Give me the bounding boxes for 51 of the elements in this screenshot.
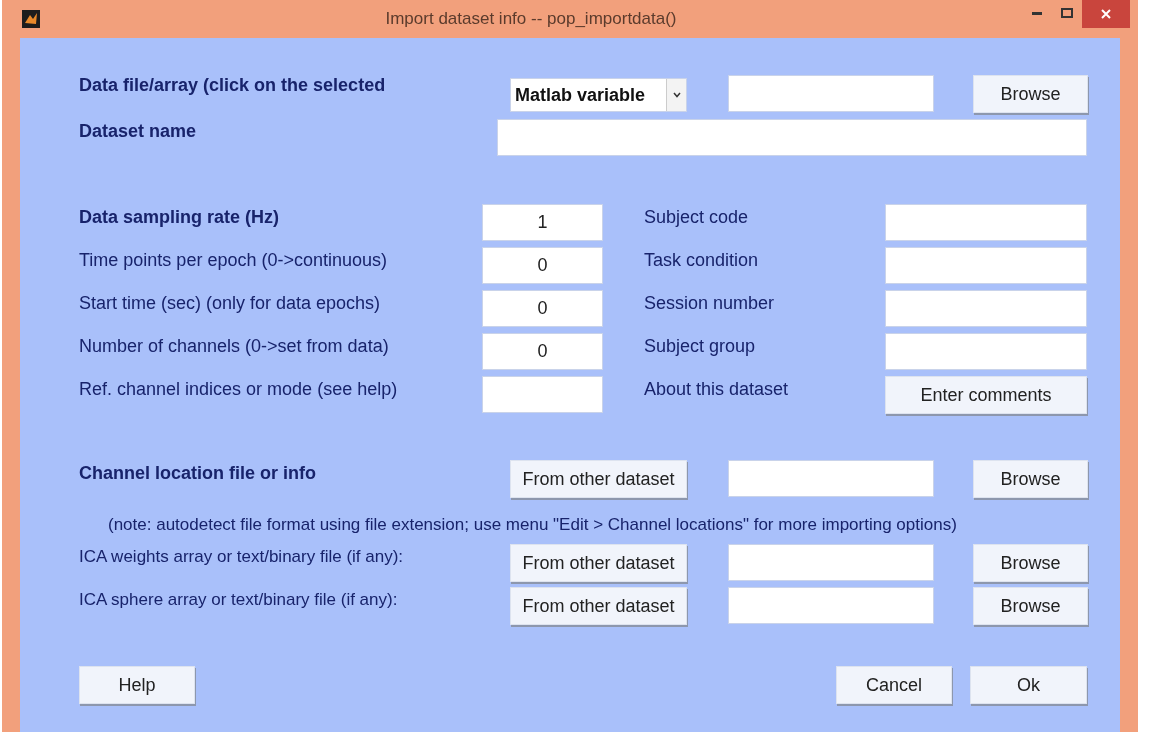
ok-button[interactable]: Ok	[970, 666, 1087, 704]
number-field[interactable]: 0	[482, 290, 603, 327]
field-label: Channel location file or info	[79, 462, 317, 485]
browse-button[interactable]: Browse	[973, 544, 1088, 582]
field-label: Subject group	[644, 335, 757, 358]
path-field[interactable]	[728, 75, 934, 112]
chevron-down-icon	[672, 92, 681, 98]
path-field[interactable]	[728, 460, 934, 497]
dropdown-value: Matlab variable	[514, 83, 647, 107]
maximize-icon	[1061, 8, 1073, 18]
field-label: Data file/array (click on the selected	[79, 75, 387, 95]
app-logo-icon	[22, 10, 40, 28]
source-button[interactable]: From other dataset	[510, 587, 687, 625]
field-label: Number of channels (0->set from data)	[79, 335, 390, 358]
field-label: Dataset name	[79, 119, 198, 143]
text-field[interactable]	[885, 204, 1087, 241]
number-field[interactable]	[482, 376, 603, 413]
minimize-icon	[1032, 11, 1042, 15]
close-icon	[1101, 9, 1111, 19]
help-button[interactable]: Help	[79, 666, 195, 704]
close-button[interactable]	[1082, 0, 1130, 28]
field-label: Time points per epoch (0->continuous)	[79, 249, 388, 272]
path-field[interactable]	[728, 544, 934, 581]
number-field[interactable]: 0	[482, 247, 603, 284]
field-label: Ref. channel indices or mode (see help)	[79, 378, 399, 401]
window-title: Import dataset info -- pop_importdata()	[384, 8, 678, 31]
text-field[interactable]	[885, 247, 1087, 284]
number-field[interactable]: 1	[482, 204, 603, 241]
source-dropdown[interactable]: Matlab variable	[510, 78, 687, 112]
path-field[interactable]	[728, 587, 934, 624]
field-label: About this dataset	[644, 378, 790, 401]
note-text: (note: autodetect file format using file extension; use menu "Edit > Channel locations" for more importing options)	[107, 514, 958, 536]
dropdown-arrow-button[interactable]	[666, 79, 686, 111]
field-label: Data sampling rate (Hz)	[79, 206, 281, 229]
field-label: Subject code	[644, 206, 750, 229]
text-field[interactable]	[885, 290, 1087, 327]
field-label: Task condition	[644, 249, 760, 272]
browse-button[interactable]: Browse	[973, 75, 1088, 113]
field-label: Session number	[644, 292, 776, 315]
source-button[interactable]: From other dataset	[510, 544, 687, 582]
comments-button[interactable]: Enter comments	[885, 376, 1087, 414]
field-label: ICA sphere array or text/binary file (if any):	[79, 589, 399, 611]
browse-button[interactable]: Browse	[973, 587, 1088, 625]
dataset-name-field[interactable]	[497, 118, 1087, 156]
text-field[interactable]	[885, 333, 1087, 370]
browse-button[interactable]: Browse	[973, 460, 1088, 498]
field-label: ICA weights array or text/binary file (if any):	[79, 546, 405, 568]
source-button[interactable]: From other dataset	[510, 460, 687, 498]
cancel-button[interactable]: Cancel	[836, 666, 952, 704]
field-label: Start time (sec) (only for data epochs)	[79, 292, 382, 315]
number-field[interactable]: 0	[482, 333, 603, 370]
